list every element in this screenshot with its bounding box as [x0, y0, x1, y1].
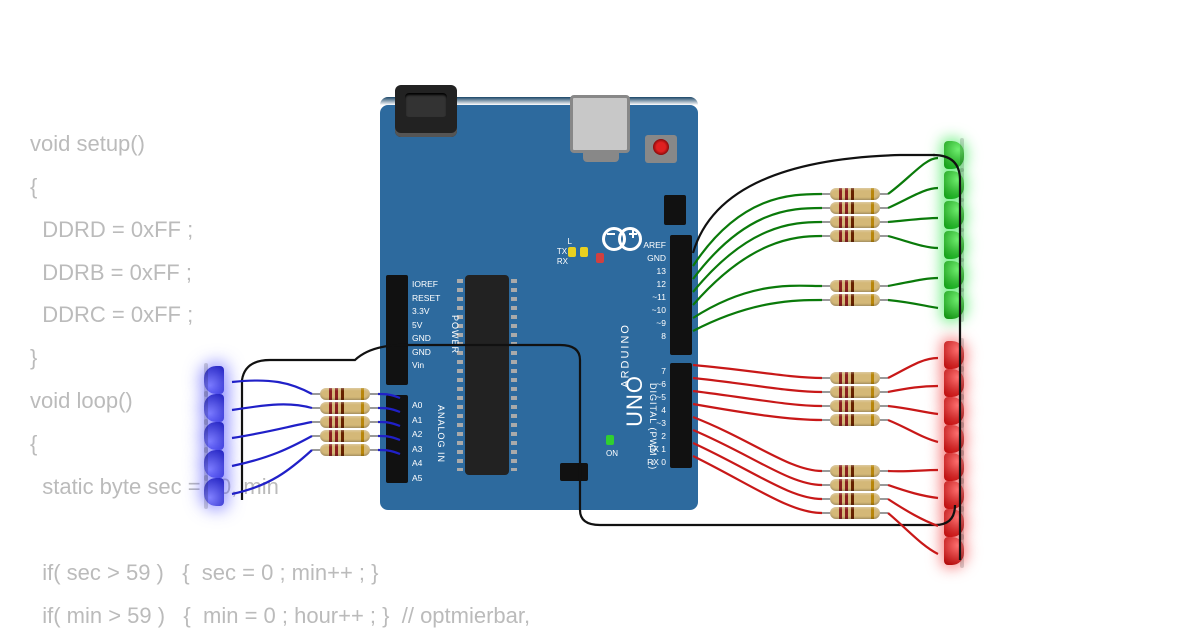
usb-port	[570, 95, 630, 153]
resistor-g3[interactable]	[830, 216, 880, 228]
led-blue-4[interactable]	[204, 450, 224, 478]
resistor-b4[interactable]	[320, 430, 370, 442]
power-header[interactable]	[386, 275, 408, 385]
arduino-board[interactable]: AREF GND 13 12 ~11 ~10 ~9 8 7 ~6 ~5 4 ~3…	[380, 105, 698, 510]
pins-power-labels: IOREF RESET 3.3V 5V GND GND Vin	[412, 278, 440, 373]
pins-analog-labels: A0 A1 A2 A3 A4 A5	[412, 398, 422, 485]
mcu-chip	[465, 275, 509, 475]
resistor-r6[interactable]	[830, 479, 880, 491]
reset-button[interactable]	[645, 135, 677, 163]
resistor-r7[interactable]	[830, 493, 880, 505]
led-red-5[interactable]	[944, 453, 964, 481]
led-red-2[interactable]	[944, 369, 964, 397]
resistor-b2[interactable]	[320, 402, 370, 414]
led-green-5[interactable]	[944, 261, 964, 289]
led-blue-2[interactable]	[204, 394, 224, 422]
led-red-4[interactable]	[944, 425, 964, 453]
led-green-1[interactable]	[944, 141, 964, 169]
resistor-g5[interactable]	[830, 280, 880, 292]
led-red-6[interactable]	[944, 481, 964, 509]
resistor-r8[interactable]	[830, 507, 880, 519]
circuit-diagram: AREF GND 13 12 ~11 ~10 ~9 8 7 ~6 ~5 4 ~3…	[0, 0, 1200, 630]
resistor-r5[interactable]	[830, 465, 880, 477]
led-green-4[interactable]	[944, 231, 964, 259]
led-blue-5[interactable]	[204, 478, 224, 506]
resistor-g6[interactable]	[830, 294, 880, 306]
led-red-3[interactable]	[944, 397, 964, 425]
icsp2-header	[664, 195, 686, 225]
resistor-r2[interactable]	[830, 386, 880, 398]
led-red-7[interactable]	[944, 509, 964, 537]
resistor-g1[interactable]	[830, 188, 880, 200]
resistor-g2[interactable]	[830, 202, 880, 214]
analog-header[interactable]	[386, 395, 408, 483]
led-green-6[interactable]	[944, 291, 964, 319]
resistor-b1[interactable]	[320, 388, 370, 400]
rx-led-icon	[580, 247, 588, 257]
on-label: ON	[606, 449, 618, 458]
resistor-r4[interactable]	[830, 414, 880, 426]
resistor-b5[interactable]	[320, 444, 370, 456]
led-blue-3[interactable]	[204, 422, 224, 450]
analog-section-label: ANALOG IN	[436, 405, 446, 463]
digital-header-bottom[interactable]	[670, 363, 692, 468]
model-label: UNO	[622, 375, 648, 427]
pins-right-top-labels: AREF GND 13 12 ~11 ~10 ~9 8	[643, 239, 666, 343]
resistor-r1[interactable]	[830, 372, 880, 384]
digital-section-label: DIGITAL (PWM ~)	[648, 383, 658, 470]
tx-rx-leds	[568, 247, 588, 257]
led-blue-1[interactable]	[204, 366, 224, 394]
resistor-b3[interactable]	[320, 416, 370, 428]
power-section-label: POWER	[450, 315, 460, 354]
resistor-g4[interactable]	[830, 230, 880, 242]
led-red-1[interactable]	[944, 341, 964, 369]
digital-header-top[interactable]	[670, 235, 692, 355]
arduino-logo-icon	[602, 225, 642, 249]
dc-jack	[395, 85, 457, 137]
resistor-r3[interactable]	[830, 400, 880, 412]
led-green-2[interactable]	[944, 171, 964, 199]
l-label: L	[568, 237, 572, 246]
tx-led-icon	[568, 247, 576, 257]
on-led-icon	[606, 435, 614, 445]
txrx-text: TXRX	[557, 247, 568, 267]
led-red-8[interactable]	[944, 537, 964, 565]
led-green-3[interactable]	[944, 201, 964, 229]
icsp-header	[560, 463, 588, 481]
l-led-icon	[596, 253, 604, 263]
